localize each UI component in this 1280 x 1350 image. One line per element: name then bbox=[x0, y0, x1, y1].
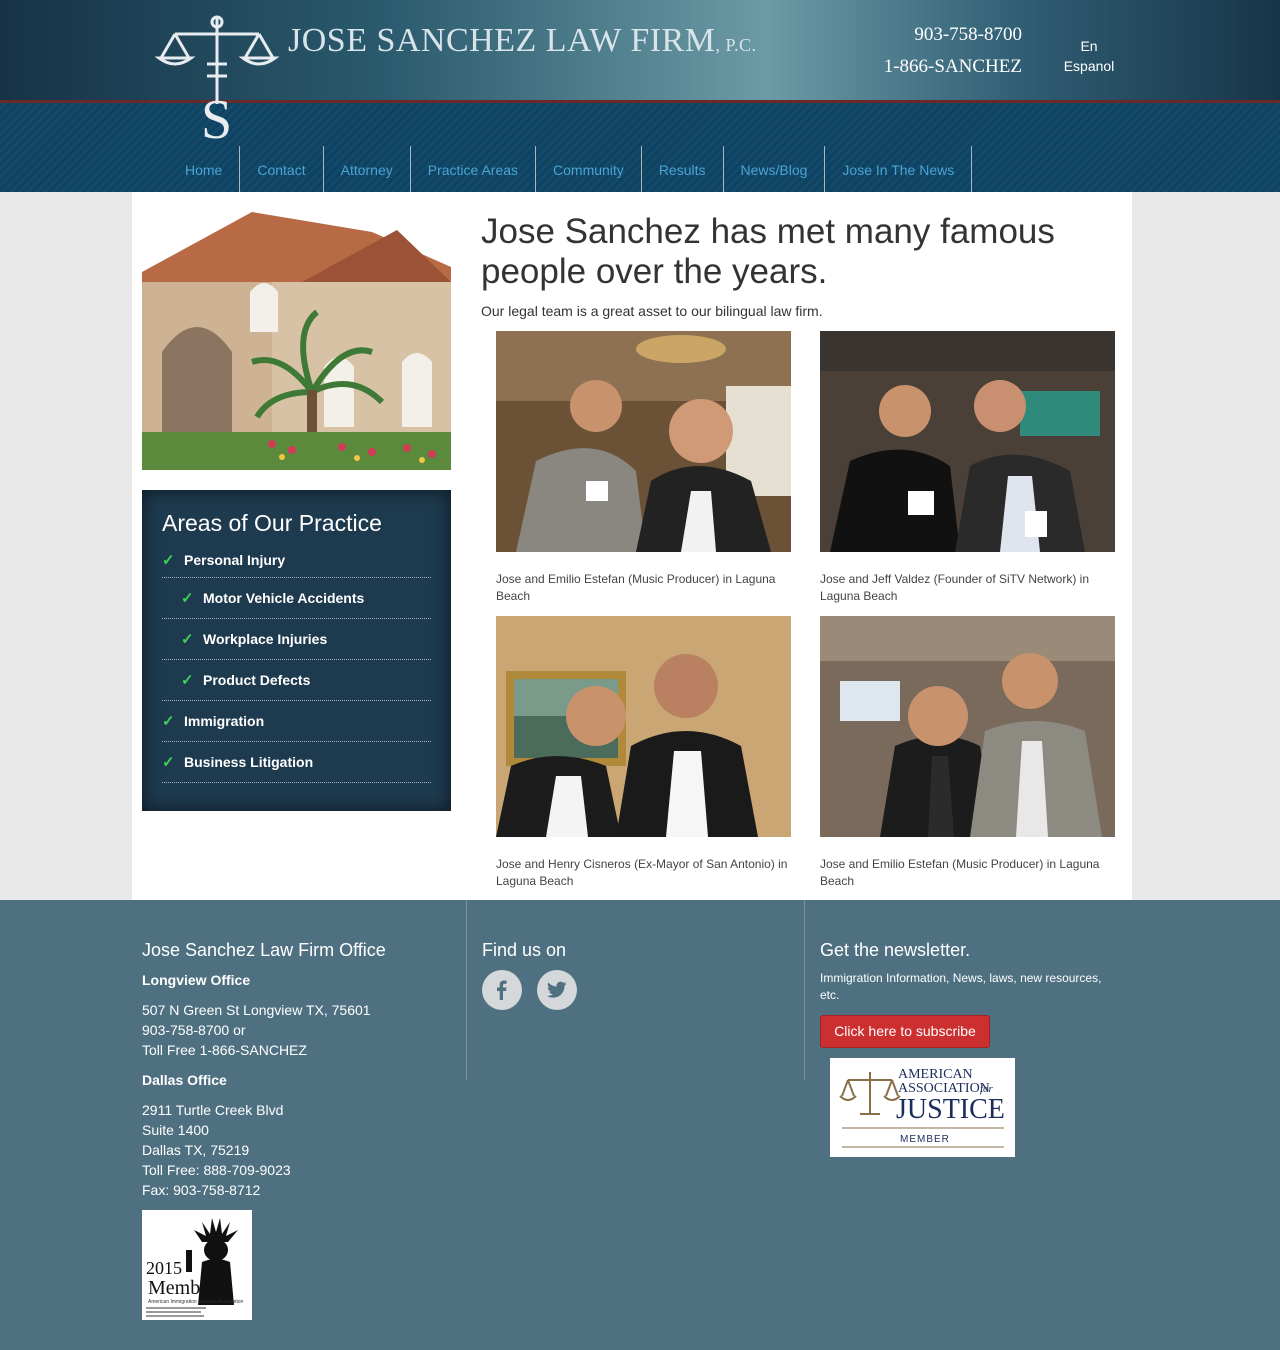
phone-primary[interactable]: 903-758-8700 bbox=[914, 24, 1022, 46]
footer-divider bbox=[466, 900, 467, 1080]
brand-name[interactable]: JOSE SANCHEZ LAW FIRM, P.C. bbox=[288, 22, 757, 60]
fax-line: Fax: 903-758-8712 bbox=[142, 1182, 261, 1198]
newsletter-description: Immigration Information, News, laws, new… bbox=[820, 971, 1102, 1002]
longview-office-label: Longview Office bbox=[142, 972, 251, 988]
phone-toll-free[interactable]: 1-866-SANCHEZ bbox=[884, 56, 1022, 78]
language-switcher: En Espanol bbox=[1058, 36, 1120, 76]
page-title: Jose Sanchez has met many famous people … bbox=[481, 212, 1055, 291]
photo-jose-emilio-estefan-2[interactable] bbox=[820, 616, 1115, 837]
footer-divider bbox=[804, 900, 805, 1080]
nav-community[interactable]: Community bbox=[536, 146, 642, 192]
toll-free-line[interactable]: Toll Free: 888-709-9023 bbox=[142, 1160, 291, 1180]
office-building-photo bbox=[142, 212, 451, 470]
address-line: Suite 1400 bbox=[142, 1122, 209, 1138]
address-line: 507 N Green St Longview TX, 75601 bbox=[142, 1002, 371, 1018]
subscribe-button[interactable]: Click here to subscribe bbox=[820, 1015, 990, 1048]
newsletter-title: Get the newsletter. bbox=[820, 940, 971, 960]
photo-caption: Jose and Jeff Valdez (Founder of SiTV Ne… bbox=[820, 572, 1090, 603]
svg-text:S: S bbox=[201, 89, 232, 142]
longview-office-address: 507 N Green St Longview TX, 75601 903-75… bbox=[142, 1000, 371, 1060]
address-line: 2911 Turtle Creek Blvd bbox=[142, 1102, 284, 1118]
address-line: Dallas TX, 75219 bbox=[142, 1142, 250, 1158]
photo-jose-jeff-valdez[interactable] bbox=[820, 331, 1115, 552]
practice-item-business-litigation[interactable]: ✓ Business Litigation bbox=[162, 742, 431, 783]
photo-caption: Jose and Emilio Estefan (Music Producer)… bbox=[496, 572, 776, 603]
scales-icon bbox=[839, 1072, 901, 1115]
page-subtitle: Our legal team is a great asset to our b… bbox=[481, 303, 823, 319]
check-icon: ✓ bbox=[162, 754, 175, 771]
toll-free-line[interactable]: Toll Free 1-866-SANCHEZ bbox=[142, 1040, 371, 1060]
find-us-title: Find us on bbox=[482, 940, 567, 960]
dallas-office-label: Dallas Office bbox=[142, 1072, 227, 1088]
statue-of-liberty-icon: 2015 Member American Immigration Lawyers… bbox=[146, 1218, 244, 1317]
photo-caption: Jose and Emilio Estefan (Music Producer)… bbox=[820, 857, 1100, 888]
scales-of-justice-logo[interactable]: S bbox=[155, 14, 280, 142]
svg-text:2015: 2015 bbox=[146, 1258, 182, 1278]
svg-text:MEMBER: MEMBER bbox=[900, 1134, 950, 1145]
dallas-office-address: 2911 Turtle Creek Blvd Suite 1400 Dallas… bbox=[142, 1100, 291, 1200]
practice-item-personal-injury[interactable]: ✓ Personal Injury bbox=[162, 547, 431, 578]
lang-es-link[interactable]: Espanol bbox=[1058, 56, 1120, 76]
nav-attorney[interactable]: Attorney bbox=[324, 146, 411, 192]
check-icon: ✓ bbox=[181, 631, 194, 648]
svg-text:Member: Member bbox=[148, 1277, 216, 1299]
photo-jose-emilio-estefan[interactable] bbox=[496, 331, 791, 552]
nav-jose-in-the-news[interactable]: Jose In The News bbox=[825, 146, 973, 192]
nav-home[interactable]: Home bbox=[168, 146, 241, 192]
svg-text:AMERICAN: AMERICAN bbox=[898, 1067, 973, 1082]
lang-en-link[interactable]: En bbox=[1058, 36, 1120, 56]
practice-areas-panel: Areas of Our Practice ✓ Personal Injury ✓… bbox=[142, 490, 451, 811]
check-icon: ✓ bbox=[181, 590, 194, 607]
nav-news-blog[interactable]: News/Blog bbox=[724, 146, 826, 192]
check-icon: ✓ bbox=[162, 552, 175, 569]
practice-areas-title: Areas of Our Practice bbox=[162, 510, 382, 536]
practice-item-immigration[interactable]: ✓ Immigration bbox=[162, 701, 431, 742]
aila-2015-member-badge[interactable]: 2015 Member American Immigration Lawyers… bbox=[142, 1210, 252, 1320]
svg-text:American Immigration Lawyers A: American Immigration Lawyers Association bbox=[148, 1299, 244, 1305]
footer-office-title: Jose Sanchez Law Firm Office bbox=[142, 940, 386, 960]
check-icon: ✓ bbox=[181, 672, 194, 689]
nav-results[interactable]: Results bbox=[642, 146, 724, 192]
main-nav: Home Contact Attorney Practice Areas Com… bbox=[168, 146, 973, 192]
phone-line[interactable]: 903-758-8700 or bbox=[142, 1020, 371, 1040]
nav-contact[interactable]: Contact bbox=[240, 146, 324, 192]
practice-item-motor-vehicle-accidents[interactable]: ✓ Motor Vehicle Accidents bbox=[162, 578, 431, 619]
practice-item-product-defects[interactable]: ✓ Product Defects bbox=[162, 660, 431, 701]
twitter-icon[interactable] bbox=[537, 970, 577, 1010]
aaj-member-badge[interactable]: AMERICAN ASSOCIATION for JUSTICE MEMBER bbox=[830, 1058, 1015, 1157]
facebook-icon[interactable] bbox=[482, 970, 522, 1010]
photo-caption: Jose and Henry Cisneros (Ex-Mayor of San… bbox=[496, 857, 788, 888]
practice-item-workplace-injuries[interactable]: ✓ Workplace Injuries bbox=[162, 619, 431, 660]
svg-text:JUSTICE: JUSTICE bbox=[896, 1094, 1005, 1125]
nav-practice-areas[interactable]: Practice Areas bbox=[411, 146, 537, 192]
check-icon: ✓ bbox=[162, 713, 175, 730]
photo-jose-henry-cisneros[interactable] bbox=[496, 616, 791, 837]
main-content: Areas of Our Practice ✓ Personal Injury ✓… bbox=[132, 192, 1132, 900]
